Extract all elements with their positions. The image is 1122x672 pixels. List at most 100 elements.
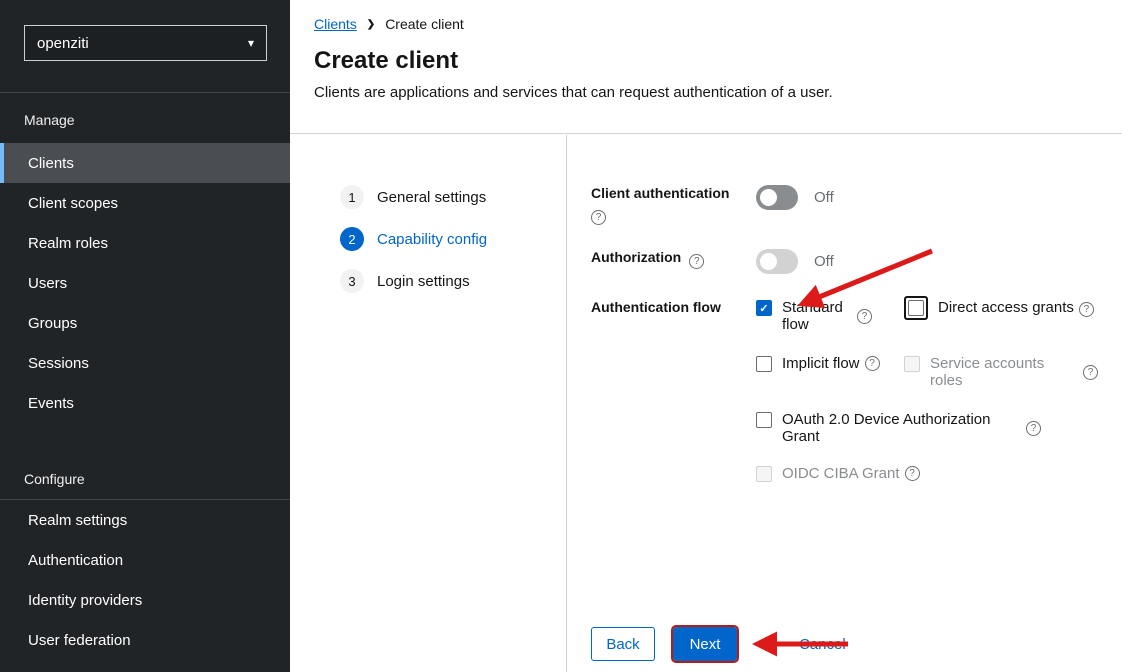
standard-flow-checkbox[interactable]: ✓ — [756, 300, 772, 316]
standard-flow-label[interactable]: Standard flow — [782, 299, 852, 333]
back-button[interactable]: Back — [591, 627, 655, 661]
client-authentication-label-col: Client authentication ? — [591, 185, 756, 225]
direct-access-grants-checkbox[interactable] — [908, 300, 924, 316]
help-icon[interactable]: ? — [1079, 302, 1094, 317]
oauth-device-grant-checkbox[interactable] — [756, 412, 772, 428]
sidebar-item-clients[interactable]: Clients — [0, 143, 290, 183]
sidebar-item-label: Realm settings — [28, 512, 127, 529]
sidebar-item-realm-settings[interactable]: Realm settings — [0, 500, 290, 540]
checkbox-grid-row: Implicit flow ? Service accounts roles ? — [756, 355, 1098, 389]
oidc-ciba-grant-checkbox — [756, 466, 772, 482]
step-label: Capability config — [377, 231, 487, 248]
sidebar-nav-manage: Clients Client scopes Realm roles Users … — [0, 143, 290, 423]
breadcrumb-current: Create client — [385, 16, 464, 32]
keycloak-admin-console: openziti ▾ Manage Clients Client scopes … — [0, 0, 1122, 672]
wizard-steps-nav: 1 General settings 2 Capability config 3… — [290, 135, 567, 672]
option-service-accounts-roles: Service accounts roles ? — [904, 355, 1098, 389]
service-accounts-roles-label: Service accounts roles — [930, 355, 1078, 389]
implicit-flow-label[interactable]: Implicit flow — [782, 355, 860, 372]
sidebar-item-sessions[interactable]: Sessions — [0, 343, 290, 383]
step-number-badge: 3 — [340, 269, 364, 293]
service-accounts-roles-checkbox — [904, 356, 920, 372]
option-standard-flow: ✓ Standard flow ? — [756, 299, 904, 333]
sidebar-item-label: Clients — [28, 155, 74, 172]
client-authentication-state: Off — [814, 185, 834, 210]
sidebar-item-user-federation[interactable]: User federation — [0, 620, 290, 660]
checkbox-grid-row: OIDC CIBA Grant ? — [756, 465, 1098, 482]
sidebar-item-label: Events — [28, 395, 74, 412]
sidebar-item-authentication[interactable]: Authentication — [0, 540, 290, 580]
sidebar-nav-configure: Realm settings Authentication Identity p… — [0, 500, 290, 660]
sidebar-item-realm-roles[interactable]: Realm roles — [0, 223, 290, 263]
option-oidc-ciba-grant: OIDC CIBA Grant ? — [756, 465, 920, 482]
checkmark-icon: ✓ — [759, 302, 768, 315]
option-implicit-flow: Implicit flow ? — [756, 355, 904, 372]
main-area: Clients ❯ Create client Create client Cl… — [290, 0, 1122, 672]
sidebar-item-label: Authentication — [28, 552, 123, 569]
authentication-flow-options: ✓ Standard flow ? Direct access grants — [756, 299, 1098, 482]
step-number-badge: 2 — [340, 227, 364, 251]
help-icon[interactable]: ? — [865, 356, 880, 371]
sidebar-item-label: Realm roles — [28, 235, 108, 252]
checkbox-grid-row: ✓ Standard flow ? Direct access grants — [756, 299, 1098, 333]
authorization-state: Off — [814, 249, 834, 274]
help-icon[interactable]: ? — [905, 466, 920, 481]
client-authentication-row: Client authentication ? Off — [591, 185, 1098, 225]
wizard-content: 1 General settings 2 Capability config 3… — [290, 135, 1122, 672]
sidebar-item-label: User federation — [28, 632, 131, 649]
option-direct-access-grants: Direct access grants ? — [904, 299, 1094, 320]
sidebar-section-title-configure: Configure — [0, 423, 290, 500]
sidebar-item-client-scopes[interactable]: Client scopes — [0, 183, 290, 223]
sidebar-item-identity-providers[interactable]: Identity providers — [0, 580, 290, 620]
authorization-label-col: Authorization? — [591, 249, 756, 269]
help-icon[interactable]: ? — [1083, 365, 1098, 380]
help-icon[interactable]: ? — [689, 254, 704, 269]
sidebar-item-users[interactable]: Users — [0, 263, 290, 303]
step-label: Login settings — [377, 273, 470, 290]
authorization-row: Authorization? Off — [591, 249, 1098, 274]
realm-switcher[interactable]: openziti ▾ — [24, 25, 267, 61]
client-authentication-toggle[interactable] — [756, 185, 798, 210]
step-number-badge: 1 — [340, 185, 364, 209]
wizard-step-login-settings[interactable]: 3 Login settings — [340, 269, 566, 293]
sidebar: openziti ▾ Manage Clients Client scopes … — [0, 0, 290, 672]
step-label: General settings — [377, 189, 486, 206]
breadcrumb: Clients ❯ Create client — [314, 16, 1098, 32]
help-icon[interactable]: ? — [1026, 421, 1041, 436]
oauth-device-grant-label[interactable]: OAuth 2.0 Device Authorization Grant — [782, 411, 1014, 445]
toggle-knob-icon — [760, 253, 777, 270]
breadcrumb-link-clients[interactable]: Clients — [314, 16, 357, 32]
authorization-label: Authorization — [591, 249, 681, 265]
checkbox-focus-ring — [904, 296, 928, 320]
help-icon[interactable]: ? — [591, 210, 606, 225]
sidebar-section-title-manage: Manage — [0, 93, 290, 143]
authentication-flow-label: Authentication flow — [591, 299, 756, 315]
page-header: Clients ❯ Create client Create client Cl… — [290, 0, 1122, 134]
sidebar-item-events[interactable]: Events — [0, 383, 290, 423]
checkbox-grid-row: OAuth 2.0 Device Authorization Grant ? — [756, 411, 1098, 445]
oidc-ciba-grant-label: OIDC CIBA Grant — [782, 465, 900, 482]
sidebar-item-label: Groups — [28, 315, 77, 332]
sidebar-item-label: Client scopes — [28, 195, 118, 212]
option-oauth-device-grant: OAuth 2.0 Device Authorization Grant ? — [756, 411, 1041, 445]
direct-access-grants-label[interactable]: Direct access grants — [938, 299, 1074, 316]
toggle-knob-icon — [760, 189, 777, 206]
sidebar-item-groups[interactable]: Groups — [0, 303, 290, 343]
help-icon[interactable]: ? — [857, 309, 872, 324]
sidebar-item-label: Sessions — [28, 355, 89, 372]
page-description: Clients are applications and services th… — [314, 84, 1098, 101]
realm-name: openziti — [37, 35, 248, 52]
authentication-flow-row: Authentication flow ✓ Standard flow ? — [591, 299, 1098, 482]
implicit-flow-checkbox[interactable] — [756, 356, 772, 372]
capability-config-form: Client authentication ? Off Authorizatio… — [567, 135, 1122, 672]
sidebar-item-label: Users — [28, 275, 67, 292]
wizard-step-capability-config[interactable]: 2 Capability config — [340, 227, 566, 251]
next-button[interactable]: Next — [673, 627, 737, 661]
wizard-step-general-settings[interactable]: 1 General settings — [340, 185, 566, 209]
authentication-flow-label-col: Authentication flow — [591, 299, 756, 315]
chevron-down-icon: ▾ — [248, 36, 254, 50]
cancel-link[interactable]: Cancel — [799, 636, 846, 653]
authorization-toggle — [756, 249, 798, 274]
breadcrumb-separator-icon: ❯ — [367, 19, 375, 30]
sidebar-item-label: Identity providers — [28, 592, 142, 609]
